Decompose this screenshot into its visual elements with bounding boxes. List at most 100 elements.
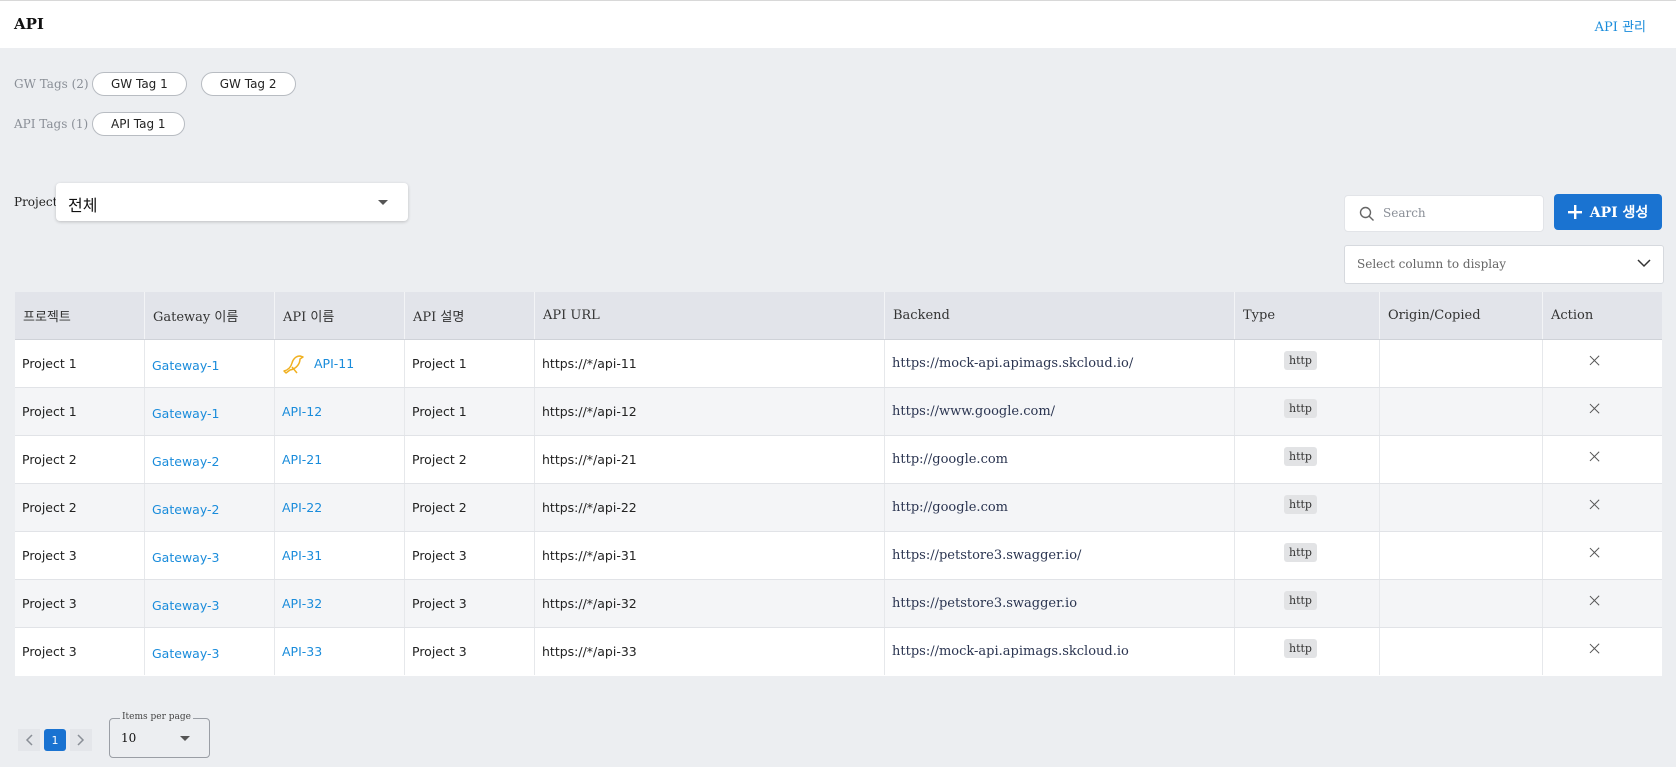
- column-header-action: Action: [1551, 308, 1594, 323]
- column-header-api-url[interactable]: API URL: [535, 292, 885, 339]
- cell-gateway-link[interactable]: Gateway-3: [145, 580, 275, 627]
- delete-icon[interactable]: [1589, 595, 1601, 607]
- cell-project: Project 3: [15, 532, 145, 579]
- column-header-gateway[interactable]: Gateway 이름: [145, 292, 275, 339]
- prev-page-button[interactable]: [18, 729, 40, 751]
- cell-gateway-link[interactable]: Gateway-3: [145, 628, 275, 675]
- column-header-api-name[interactable]: API 이름: [275, 292, 405, 339]
- type-badge: http: [1284, 399, 1317, 418]
- items-per-page-select[interactable]: Items per page 10: [109, 712, 210, 758]
- cell-gateway-link[interactable]: Gateway-2: [145, 484, 275, 531]
- caret-down-icon: [180, 736, 190, 741]
- table-row[interactable]: Project 1 Gateway-1 API-12 Project 1 htt…: [15, 388, 1662, 436]
- cell-backend: https://petstore3.swagger.io/: [885, 532, 1235, 579]
- page-title: API: [14, 15, 44, 33]
- cell-action: [1543, 580, 1662, 627]
- project-select[interactable]: 전체: [56, 183, 408, 221]
- delete-icon[interactable]: [1589, 403, 1601, 415]
- type-badge: http: [1284, 351, 1317, 370]
- cell-api-link[interactable]: API-11: [275, 340, 405, 387]
- cell-action: [1543, 436, 1662, 483]
- gateway-link-text[interactable]: Gateway-2: [152, 502, 219, 517]
- cell-origin: [1380, 388, 1543, 435]
- column-header-origin[interactable]: Origin/Copied: [1380, 292, 1543, 339]
- cell-backend: https://petstore3.swagger.io: [885, 580, 1235, 627]
- cell-gateway-link[interactable]: Gateway-3: [145, 532, 275, 579]
- cell-api-link[interactable]: API-31: [275, 532, 405, 579]
- api-tags-row: API Tags (1) API Tag 1: [14, 112, 199, 136]
- delete-icon[interactable]: [1589, 499, 1601, 511]
- delete-icon[interactable]: [1589, 355, 1601, 367]
- create-api-button[interactable]: API 생성: [1554, 194, 1662, 230]
- cell-gateway-link[interactable]: Gateway-1: [145, 340, 275, 387]
- table-header-row: 프로젝트 Gateway 이름 API 이름 API 설명 API URL Ba…: [15, 292, 1662, 340]
- table-row[interactable]: Project 3 Gateway-3 API-33 Project 3 htt…: [15, 628, 1662, 675]
- cell-type: http: [1235, 340, 1380, 387]
- breadcrumb-api-management-link[interactable]: API 관리: [1595, 16, 1646, 35]
- type-badge: http: [1284, 639, 1317, 658]
- cell-api-url: https://*/api-21: [535, 436, 885, 483]
- gateway-link-text[interactable]: Gateway-1: [152, 358, 219, 373]
- delete-icon[interactable]: [1589, 547, 1601, 559]
- next-page-button[interactable]: [70, 729, 92, 751]
- cell-origin: [1380, 628, 1543, 675]
- table-row[interactable]: Project 2 Gateway-2 API-21 Project 2 htt…: [15, 436, 1662, 484]
- cell-api-url: https://*/api-12: [535, 388, 885, 435]
- table-row[interactable]: Project 1 Gateway-1 API-11 Project 1 htt…: [15, 340, 1662, 388]
- delete-icon[interactable]: [1589, 643, 1601, 655]
- gateway-link-text[interactable]: Gateway-2: [152, 454, 219, 469]
- cell-api-url: https://*/api-11: [535, 340, 885, 387]
- column-header-backend[interactable]: Backend: [885, 292, 1235, 339]
- pagination: 1: [18, 729, 92, 751]
- gw-tag-chip[interactable]: GW Tag 1: [92, 72, 187, 96]
- cell-api-link[interactable]: API-12: [275, 388, 405, 435]
- cell-project: Project 3: [15, 628, 145, 675]
- gateway-link-text[interactable]: Gateway-3: [152, 646, 219, 661]
- chevron-right-icon: [77, 734, 85, 746]
- cell-api-link[interactable]: API-21: [275, 436, 405, 483]
- cell-backend: https://www.google.com/: [885, 388, 1235, 435]
- top-bar: API API 관리: [0, 0, 1676, 48]
- cell-origin: [1380, 484, 1543, 531]
- project-select-value: 전체: [68, 196, 98, 215]
- type-badge: http: [1284, 543, 1317, 562]
- cell-api-link[interactable]: API-33: [275, 628, 405, 675]
- cell-project: Project 1: [15, 340, 145, 387]
- column-header-project[interactable]: 프로젝트: [15, 292, 145, 339]
- gateway-link-text[interactable]: Gateway-1: [152, 406, 219, 421]
- cell-action: [1543, 532, 1662, 579]
- cell-project: Project 2: [15, 484, 145, 531]
- chevron-left-icon: [25, 734, 33, 746]
- gw-tags-row: GW Tags (2) GW Tag 1 GW Tag 2: [14, 72, 310, 96]
- type-badge: http: [1284, 447, 1317, 466]
- cell-api-link[interactable]: API-32: [275, 580, 405, 627]
- cell-description: Project 2: [405, 484, 535, 531]
- api-link-text[interactable]: API-11: [314, 356, 354, 371]
- table-row[interactable]: Project 3 Gateway-3 API-31 Project 3 htt…: [15, 532, 1662, 580]
- cell-gateway-link[interactable]: Gateway-2: [145, 436, 275, 483]
- cell-api-link[interactable]: API-22: [275, 484, 405, 531]
- items-per-page-label: Items per page: [120, 712, 193, 722]
- column-display-select[interactable]: Select column to display: [1344, 245, 1664, 284]
- plus-icon: [1567, 205, 1582, 219]
- cell-gateway-link[interactable]: Gateway-1: [145, 388, 275, 435]
- gateway-link-text[interactable]: Gateway-3: [152, 598, 219, 613]
- gateway-link-text[interactable]: Gateway-3: [152, 550, 219, 565]
- column-header-api-desc[interactable]: API 설명: [405, 292, 535, 339]
- items-per-page-value: 10: [121, 731, 137, 745]
- table-row[interactable]: Project 3 Gateway-3 API-32 Project 3 htt…: [15, 580, 1662, 628]
- cell-project: Project 2: [15, 436, 145, 483]
- cell-action: [1543, 484, 1662, 531]
- cell-backend: https://mock-api.apimags.skcloud.io: [885, 628, 1235, 675]
- page-number-button[interactable]: 1: [44, 729, 66, 751]
- table-row[interactable]: Project 2 Gateway-2 API-22 Project 2 htt…: [15, 484, 1662, 532]
- cell-description: Project 1: [405, 340, 535, 387]
- search-input[interactable]: Search: [1344, 195, 1544, 232]
- delete-icon[interactable]: [1589, 451, 1601, 463]
- cell-origin: [1380, 340, 1543, 387]
- caret-down-icon: [378, 200, 388, 205]
- gw-tags-label: GW Tags (2): [14, 77, 89, 91]
- api-tag-chip[interactable]: API Tag 1: [92, 112, 185, 136]
- gw-tag-chip[interactable]: GW Tag 2: [200, 72, 296, 96]
- column-header-type[interactable]: Type: [1235, 292, 1380, 339]
